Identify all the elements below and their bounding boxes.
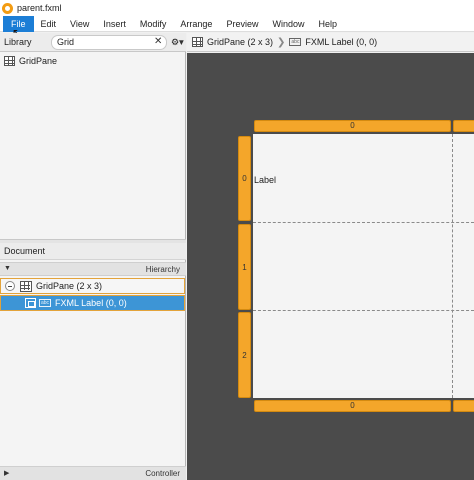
document-title: Document bbox=[4, 246, 46, 256]
menu-insert[interactable]: Insert bbox=[96, 16, 133, 32]
window-title: parent.fxml bbox=[17, 3, 62, 13]
controller-bar[interactable]: ▶ Controller bbox=[0, 466, 186, 480]
document-header: Document bbox=[0, 243, 186, 260]
tree-item-label: FXML Label (0, 0) bbox=[55, 298, 127, 308]
menu-modify[interactable]: Modify bbox=[133, 16, 174, 32]
document-gear-icon[interactable]: ⚙▾ bbox=[171, 37, 184, 48]
breadcrumb-item-gridpane[interactable]: GridPane (2 x 3) bbox=[207, 37, 273, 47]
menu-bar: File Edit View Insert Modify Arrange Pre… bbox=[0, 15, 474, 32]
breadcrumb-item-label[interactable]: FXML Label (0, 0) bbox=[305, 37, 377, 47]
gridpane-icon bbox=[4, 56, 15, 66]
row-handle[interactable]: 0 bbox=[238, 136, 251, 221]
label-control-icon: abc bbox=[289, 38, 302, 46]
library-search-input[interactable]: Grid bbox=[51, 35, 167, 50]
tree-item-label: GridPane (2 x 3) bbox=[36, 281, 103, 291]
row-handle[interactable]: 2 bbox=[238, 312, 251, 398]
gridpane-canvas[interactable]: Label bbox=[253, 134, 474, 398]
content-canvas[interactable]: 0 0 1 2 Label 0 bbox=[187, 53, 474, 480]
left-panel: Library Grid ✕ ⚙▾ GridPane Document ⚙▾ ▼… bbox=[0, 33, 186, 480]
menu-window[interactable]: Window bbox=[265, 16, 311, 32]
tree-item-label-selected[interactable]: abc FXML Label (0, 0) bbox=[0, 295, 185, 311]
menu-preview[interactable]: Preview bbox=[219, 16, 265, 32]
grid-cell-label[interactable]: Label bbox=[254, 175, 276, 185]
column-handle-bottom[interactable]: 0 bbox=[254, 400, 451, 412]
grid-row-divider bbox=[253, 222, 474, 223]
row-handle[interactable]: 1 bbox=[238, 224, 251, 310]
library-item-label: GridPane bbox=[19, 56, 58, 66]
column-handle-bottom-partial[interactable] bbox=[453, 400, 474, 412]
label-control-icon: abc bbox=[39, 299, 51, 307]
clear-search-icon[interactable]: ✕ bbox=[154, 36, 162, 47]
grid-row-divider bbox=[253, 310, 474, 311]
menu-help[interactable]: Help bbox=[311, 16, 344, 32]
collapse-icon[interactable] bbox=[5, 281, 15, 291]
tree-item-gridpane[interactable]: GridPane (2 x 3) bbox=[0, 278, 185, 294]
expand-arrow-icon: ▼ bbox=[4, 265, 11, 272]
library-item-gridpane[interactable]: GridPane bbox=[4, 56, 57, 66]
menu-arrange[interactable]: Arrange bbox=[173, 16, 219, 32]
breadcrumb-separator-icon: ❯ bbox=[277, 36, 286, 48]
column-handle-top[interactable]: 0 bbox=[254, 120, 451, 132]
controller-label: Controller bbox=[145, 469, 180, 478]
breadcrumb: GridPane (2 x 3) ❯ abc FXML Label (0, 0) bbox=[187, 33, 474, 52]
grid-cell-icon bbox=[25, 298, 36, 308]
grid-column-divider bbox=[452, 134, 453, 398]
hierarchy-label: Hierarchy bbox=[145, 265, 180, 274]
column-handle-top-partial[interactable] bbox=[453, 120, 474, 132]
title-bar: parent.fxml bbox=[0, 0, 474, 16]
gridpane-icon bbox=[192, 37, 203, 47]
menu-view[interactable]: View bbox=[63, 16, 96, 32]
hierarchy-bar[interactable]: ▼ Hierarchy bbox=[0, 262, 186, 276]
expand-arrow-icon: ▶ bbox=[4, 470, 10, 477]
gridpane-icon bbox=[20, 280, 32, 292]
library-title: Library bbox=[4, 37, 32, 47]
menu-edit[interactable]: Edit bbox=[34, 16, 64, 32]
app-icon bbox=[2, 2, 13, 14]
